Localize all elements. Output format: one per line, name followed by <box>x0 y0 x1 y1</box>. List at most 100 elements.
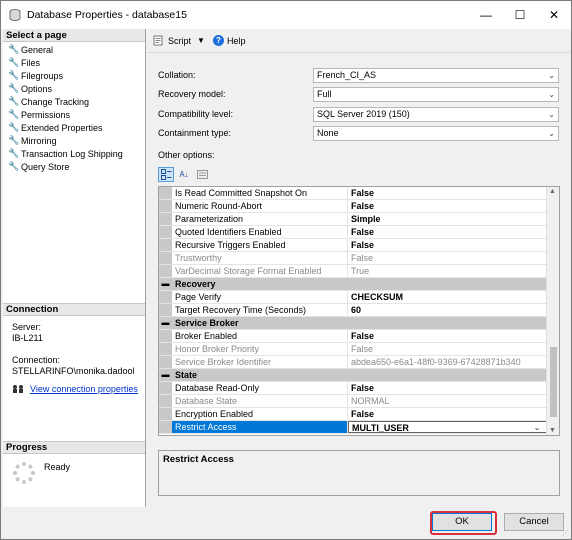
sort-alphabetical-icon: A↓ <box>179 169 189 179</box>
grid-row-broker-enabled[interactable]: Broker Enabled False <box>159 330 559 343</box>
property-value: abdea650-e6a1-48f0-9369-67428871b340 <box>351 357 521 367</box>
property-pages-button[interactable] <box>194 167 210 182</box>
chevron-down-icon[interactable]: ⌄ <box>531 422 543 434</box>
grid-category-state[interactable]: ▬ State <box>159 369 559 382</box>
property-value[interactable]: False <box>348 330 559 342</box>
view-connection-properties-link[interactable]: View connection properties <box>30 384 138 394</box>
left-pane: Select a page 🔧 General 🔧 Files 🔧 Filegroup… <box>3 29 146 507</box>
wrench-icon: 🔧 <box>8 83 20 93</box>
script-dropdown-icon[interactable]: ▼ <box>197 36 205 45</box>
page-item-files[interactable]: 🔧 Files <box>3 56 145 69</box>
category-name: Recovery <box>175 279 216 289</box>
grid-row-page-verify[interactable]: Page Verify CHECKSUM <box>159 291 559 304</box>
close-button[interactable]: ✕ <box>537 1 571 29</box>
scroll-thumb[interactable] <box>550 347 557 417</box>
help-label: Help <box>226 35 246 46</box>
grid-row-database-state[interactable]: Database State NORMAL <box>159 395 559 408</box>
grid-row-service-broker-identifier[interactable]: Service Broker Identifier abdea650-e6a1-4… <box>159 356 559 369</box>
grid-row-recursive-triggers-enabled[interactable]: Recursive Triggers Enabled False <box>159 239 559 252</box>
grid-row-quoted-identifiers-enabled[interactable]: Quoted Identifiers Enabled False <box>159 226 559 239</box>
right-pane: Script ▼ ? Help Collation: French_CI_AS … <box>147 29 571 507</box>
minimize-button[interactable]: — <box>469 1 503 29</box>
collapse-icon[interactable]: ▬ <box>159 317 172 329</box>
page-item-label: Permissions <box>21 109 71 120</box>
collapse-icon[interactable]: ▬ <box>159 278 172 290</box>
category-name: State <box>175 370 198 380</box>
progress-header: Progress <box>3 441 145 454</box>
title-bar: Database Properties - database15 — ☐ ✕ <box>1 1 571 29</box>
connection-header: Connection <box>3 303 145 316</box>
grid-row-trustworthy[interactable]: Trustworthy False <box>159 252 559 265</box>
chevron-down-icon: ⌄ <box>548 110 555 119</box>
page-item-query-store[interactable]: 🔧 Query Store <box>3 160 145 173</box>
categorized-button[interactable] <box>158 166 174 182</box>
property-name: Encryption Enabled <box>172 408 348 420</box>
property-name: Trustworthy <box>172 252 348 264</box>
wrench-icon: 🔧 <box>8 135 20 145</box>
property-value[interactable]: False <box>348 239 559 251</box>
property-name: VarDecimal Storage Format Enabled <box>172 265 348 277</box>
property-value[interactable]: False <box>348 226 559 238</box>
grid-row-is-read-committed-snapshot-on[interactable]: Is Read Committed Snapshot On False <box>159 187 559 200</box>
page-item-permissions[interactable]: 🔧 Permissions <box>3 108 145 121</box>
grid-row-vardecimal-storage-format-enabled[interactable]: VarDecimal Storage Format Enabled True <box>159 265 559 278</box>
maximize-button[interactable]: ☐ <box>503 1 537 29</box>
restrict-access-value[interactable]: MULTI_USER <box>348 421 559 433</box>
script-icon <box>153 35 163 46</box>
progress-status: Ready <box>44 462 71 472</box>
cancel-button[interactable]: Cancel <box>504 513 564 531</box>
grid-row-target-recovery-time[interactable]: Target Recovery Time (Seconds) 60 <box>159 304 559 317</box>
property-value[interactable]: Simple <box>348 213 559 225</box>
grid-category-recovery[interactable]: ▬ Recovery <box>159 278 559 291</box>
property-value[interactable]: False <box>348 408 559 420</box>
collation-value: French_CI_AS <box>317 70 377 80</box>
page-item-options[interactable]: 🔧 Options <box>3 82 145 95</box>
page-item-label: Change Tracking <box>21 96 90 107</box>
collapse-icon[interactable]: ▬ <box>159 369 172 381</box>
containment-type-select[interactable]: None ⌄ <box>313 126 559 141</box>
page-item-filegroups[interactable]: 🔧 Filegroups <box>3 69 145 82</box>
wrench-icon: 🔧 <box>8 96 20 106</box>
grid-row-encryption-enabled[interactable]: Encryption Enabled False <box>159 408 559 421</box>
property-value[interactable]: False <box>348 187 559 199</box>
ok-button[interactable]: OK <box>432 513 492 531</box>
compatibility-level-select[interactable]: SQL Server 2019 (150) ⌄ <box>313 107 559 122</box>
scroll-down-icon[interactable]: ▼ <box>549 427 556 434</box>
property-value[interactable]: False <box>348 200 559 212</box>
script-button[interactable]: Script ▼ <box>153 35 205 46</box>
property-name: Is Read Committed Snapshot On <box>172 187 348 199</box>
chevron-down-icon: ⌄ <box>548 71 555 80</box>
recovery-model-select[interactable]: Full ⌄ <box>313 87 559 102</box>
server-value: IB-L211 <box>12 333 43 343</box>
description-title: Restrict Access <box>163 454 234 465</box>
database-properties-window: Database Properties - database15 — ☐ ✕ S… <box>0 0 572 540</box>
scroll-up-icon[interactable]: ▲ <box>549 188 556 195</box>
property-name: Restrict Access <box>172 421 348 433</box>
grid-category-service-broker[interactable]: ▬ Service Broker <box>159 317 559 330</box>
grid-row-numeric-round-abort[interactable]: Numeric Round-Abort False <box>159 200 559 213</box>
grid-scrollbar[interactable]: ▲ ▼ <box>546 187 559 435</box>
page-item-extended-properties[interactable]: 🔧 Extended Properties <box>3 121 145 134</box>
collation-select[interactable]: French_CI_AS ⌄ <box>313 68 559 83</box>
help-button[interactable]: ? Help <box>212 35 246 46</box>
alphabetical-sort-button[interactable]: A↓ <box>176 167 192 182</box>
page-item-change-tracking[interactable]: 🔧 Change Tracking <box>3 95 145 108</box>
property-value[interactable]: False <box>348 382 559 394</box>
grid-row-honor-broker-priority[interactable]: Honor Broker Priority False <box>159 343 559 356</box>
wrench-icon: 🔧 <box>8 57 20 67</box>
property-value[interactable]: 60 <box>348 304 559 316</box>
property-grid[interactable]: Is Read Committed Snapshot On False Numer… <box>158 186 560 436</box>
page-item-transaction-log-shipping[interactable]: 🔧 Transaction Log Shipping <box>3 147 145 160</box>
resize-grip-icon[interactable]: ⋰ <box>562 529 569 537</box>
page-item-general[interactable]: 🔧 General <box>3 43 145 56</box>
containment-type-label: Containment type: <box>158 128 232 138</box>
page-item-mirroring[interactable]: 🔧 Mirroring <box>3 134 145 147</box>
property-value[interactable]: CHECKSUM <box>348 291 559 303</box>
window-title: Database Properties - database15 <box>27 9 187 21</box>
select-page-header: Select a page <box>3 29 145 42</box>
view-connection-properties[interactable]: View connection properties <box>12 384 138 394</box>
toolbar: Script ▼ ? Help <box>147 29 571 53</box>
grid-row-database-read-only[interactable]: Database Read-Only False <box>159 382 559 395</box>
grid-row-parameterization[interactable]: Parameterization Simple <box>159 213 559 226</box>
grid-row-restrict-access[interactable]: Restrict Access MULTI_USER <box>159 421 559 434</box>
